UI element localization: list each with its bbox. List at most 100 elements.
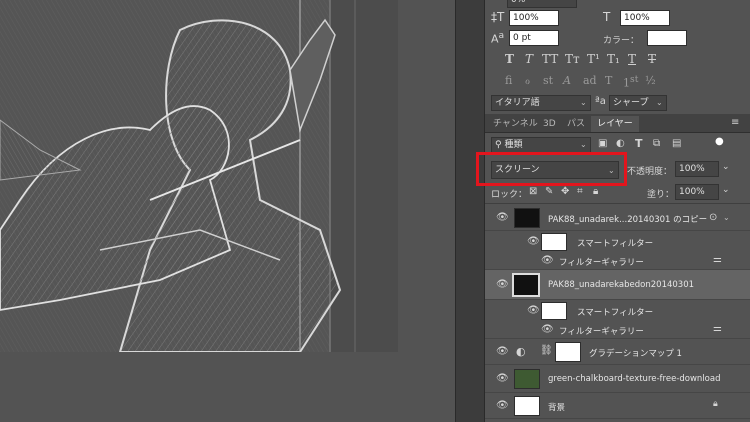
layer-row[interactable]: 👁︎ 背景 🔒︎ bbox=[485, 393, 750, 419]
adjustment-filter-icon[interactable]: ◐ bbox=[616, 138, 625, 149]
filter-label[interactable]: フィルターギャラリー bbox=[559, 256, 644, 268]
lock-transparency-icon[interactable]: ⊠ bbox=[529, 186, 537, 197]
faux-italic-icon[interactable]: T bbox=[525, 52, 533, 66]
faux-bold-icon[interactable]: T bbox=[505, 52, 514, 66]
panel-menu-icon[interactable]: ≡ bbox=[731, 117, 739, 128]
stylistic-alt-icon[interactable]: ad bbox=[583, 74, 597, 87]
small-caps-icon[interactable]: Tт bbox=[565, 52, 580, 66]
eye-icon[interactable]: 👁︎ bbox=[541, 255, 554, 266]
fractions-icon[interactable]: ½ bbox=[645, 74, 656, 87]
leading-field[interactable]: 100% bbox=[509, 10, 559, 26]
all-caps-icon[interactable]: TT bbox=[542, 52, 558, 66]
fill-chevron-icon[interactable]: ⌄ bbox=[722, 185, 730, 195]
layer-row[interactable]: 👁︎ green-chalkboard-texture-free-downloa… bbox=[485, 365, 750, 393]
layer-row[interactable]: 👁︎ PAK88_unadarek...20140301 のコピー ⊙ ⌄ bbox=[485, 204, 750, 231]
layer-thumbnail bbox=[514, 208, 540, 228]
eye-icon[interactable]: 👁︎ bbox=[527, 236, 540, 247]
filter-row[interactable]: 👁︎ フィルターギャラリー ⚌ bbox=[485, 321, 750, 339]
anti-alias-dropdown[interactable]: シャープ ⌄ bbox=[609, 95, 667, 111]
tab-layers[interactable]: レイヤー bbox=[591, 116, 639, 132]
anti-alias-value: シャープ bbox=[613, 98, 649, 108]
superscript-icon[interactable]: T¹ bbox=[587, 52, 600, 66]
layer-row[interactable]: 👁︎ ◐ ⛓︎ グラデーションマップ 1 bbox=[485, 339, 750, 365]
language-dropdown[interactable]: イタリア語 ⌄ bbox=[491, 95, 591, 111]
underline-icon[interactable]: T bbox=[628, 52, 636, 66]
baseline-shift-field[interactable]: 0 pt bbox=[509, 30, 559, 46]
fill-label: 塗り： bbox=[647, 190, 675, 200]
shape-filter-icon[interactable]: ⧉ bbox=[653, 138, 660, 149]
layer-name[interactable]: PAK88_unadarekabedon20140301 bbox=[548, 280, 694, 290]
ordinals-icon[interactable]: 1st bbox=[623, 74, 638, 90]
layer-thumbnail bbox=[514, 396, 540, 416]
fill-field[interactable]: 100% bbox=[675, 184, 719, 200]
discretionary-ligature-icon[interactable]: st bbox=[543, 74, 553, 87]
opacity-field[interactable]: 100% bbox=[675, 161, 719, 177]
eye-icon[interactable]: 👁︎ bbox=[496, 212, 509, 223]
opacity-chevron-icon[interactable]: ⌄ bbox=[722, 162, 730, 172]
language-value: イタリア語 bbox=[495, 98, 540, 108]
baseline-shift-icon: Aa bbox=[491, 30, 505, 46]
subscript-icon[interactable]: T₁ bbox=[607, 52, 620, 66]
lock-label: ロック： bbox=[491, 190, 528, 200]
adjustment-layer-icon: ◐ bbox=[516, 345, 526, 358]
lock-position-icon[interactable]: ✥ bbox=[561, 186, 569, 197]
panel-dock-divider bbox=[455, 0, 485, 422]
leading-icon: ‡T bbox=[491, 10, 505, 24]
smart-filter-row[interactable]: 👁︎ スマートフィルター bbox=[485, 231, 750, 252]
strikethrough-icon[interactable]: T bbox=[648, 52, 656, 66]
layer-name[interactable]: グラデーションマップ 1 bbox=[589, 347, 682, 359]
document-canvas-image[interactable] bbox=[0, 0, 398, 352]
lock-artboard-icon[interactable]: ⌗ bbox=[577, 186, 583, 197]
layer-thumbnail bbox=[512, 273, 540, 297]
filter-mask-thumbnail bbox=[541, 302, 567, 320]
ligatures-icon[interactable]: fi bbox=[505, 74, 512, 87]
layer-thumbnail bbox=[514, 369, 540, 389]
chevron-down-icon: ⌄ bbox=[580, 98, 587, 107]
canvas-area[interactable] bbox=[0, 0, 455, 422]
filter-label[interactable]: フィルターギャラリー bbox=[559, 325, 644, 337]
tab-channels[interactable]: チャンネル bbox=[493, 116, 538, 132]
filter-row[interactable]: 👁︎ フィルターギャラリー ⚌ bbox=[485, 252, 750, 270]
filter-options-icon[interactable]: ⚌ bbox=[713, 323, 722, 334]
right-panel: 0% ‡T 100% T 100% Aa 0 pt カラー： T T TT Tт… bbox=[476, 0, 750, 422]
opacity-label: 不透明度： bbox=[627, 167, 673, 177]
smart-filter-label: スマートフィルター bbox=[577, 308, 654, 318]
layer-name[interactable]: 背景 bbox=[548, 401, 565, 413]
smart-object-filter-icon[interactable]: ▤ bbox=[672, 138, 681, 149]
eye-icon[interactable]: 👁︎ bbox=[496, 346, 509, 357]
layer-name[interactable]: green-chalkboard-texture-free-download bbox=[548, 374, 720, 384]
eye-icon[interactable]: 👁︎ bbox=[496, 279, 509, 290]
panel-tab-bar: チャンネル 3D パス レイヤー ≡ bbox=[485, 114, 750, 133]
titling-icon[interactable]: T bbox=[605, 74, 612, 87]
chevron-down-icon[interactable]: ⌄ bbox=[723, 213, 730, 222]
eye-icon[interactable]: 👁︎ bbox=[496, 373, 509, 384]
layer-mask-thumbnail bbox=[555, 342, 581, 362]
layer-filter-dropdown[interactable]: ⚲ 種類 ⌄ bbox=[491, 137, 591, 153]
link-icon[interactable]: ⛓︎ bbox=[540, 345, 553, 356]
pixel-filter-icon[interactable]: ▣ bbox=[598, 138, 607, 149]
smart-filter-row[interactable]: 👁︎ スマートフィルター bbox=[485, 300, 750, 321]
eye-icon[interactable]: 👁︎ bbox=[541, 324, 554, 335]
type-filter-icon[interactable]: T bbox=[635, 137, 643, 150]
tab-3d[interactable]: 3D bbox=[543, 116, 556, 132]
vertical-scale-icon: T bbox=[603, 10, 611, 24]
layer-name[interactable]: PAK88_unadarek...20140301 のコピー bbox=[548, 213, 707, 225]
lock-image-icon[interactable]: ✎ bbox=[545, 186, 553, 197]
tracking-scale-field[interactable]: 100% bbox=[620, 10, 670, 26]
chalk-sketch-image bbox=[0, 0, 398, 352]
eye-icon[interactable]: 👁︎ bbox=[496, 400, 509, 411]
tab-paths[interactable]: パス bbox=[567, 116, 585, 132]
anti-alias-icon: ªa bbox=[595, 96, 606, 107]
filter-toggle-icon[interactable]: ● bbox=[715, 136, 724, 147]
eye-icon[interactable]: 👁︎ bbox=[527, 305, 540, 316]
layer-row-selected[interactable]: 👁︎ PAK88_unadarekabedon20140301 bbox=[485, 270, 750, 300]
swash-icon[interactable]: A bbox=[563, 74, 571, 87]
smart-filter-link-icon: ⊙ bbox=[709, 212, 718, 223]
alternates-icon[interactable]: ℴ bbox=[525, 74, 530, 87]
color-swatch[interactable] bbox=[647, 30, 687, 46]
filter-options-icon[interactable]: ⚌ bbox=[713, 254, 722, 265]
character-top-field[interactable]: 0% bbox=[507, 0, 577, 8]
smart-filter-label: スマートフィルター bbox=[577, 239, 654, 249]
lock-all-icon[interactable]: 🔒︎ bbox=[593, 186, 598, 197]
layers-list: 👁︎ PAK88_unadarek...20140301 のコピー ⊙ ⌄ 👁︎… bbox=[485, 203, 750, 422]
